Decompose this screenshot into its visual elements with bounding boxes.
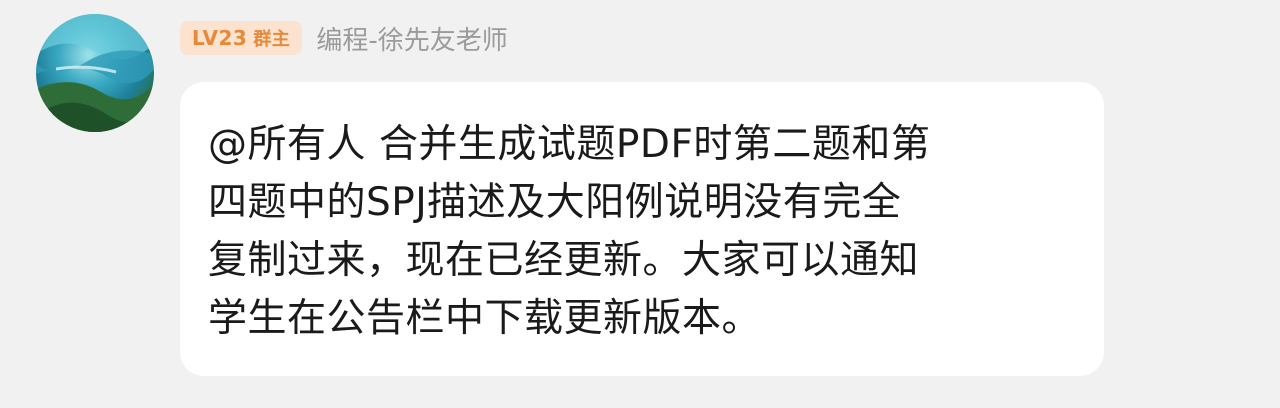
role-label: 群主 [253,29,291,50]
sender-avatar[interactable] [36,14,154,132]
landscape-avatar-icon [36,14,154,132]
message-bubble[interactable]: @所有人 合并生成试题PDF时第二题和第 四题中的SPJ描述及大阳例说明没有完全… [180,82,1104,376]
level-label: LV23 [192,26,248,50]
message-meta: LV23 群主 编程-徐先友老师 [180,20,508,56]
sender-name[interactable]: 编程-徐先友老师 [316,20,507,57]
level-badge: LV23 群主 [180,21,303,55]
chat-message-row: LV23 群主 编程-徐先友老师 @所有人 合并生成试题PDF时第二题和第 四题… [0,0,1280,408]
message-text: @所有人 合并生成试题PDF时第二题和第 四题中的SPJ描述及大阳例说明没有完全… [208,122,931,341]
